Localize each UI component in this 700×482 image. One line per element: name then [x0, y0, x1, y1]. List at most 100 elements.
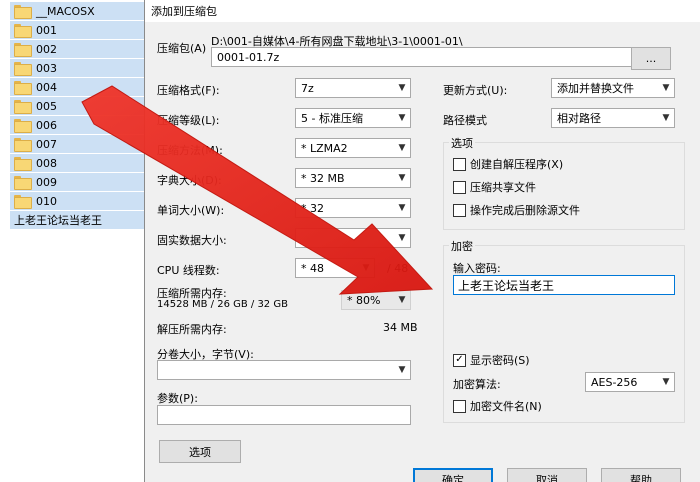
chevron-down-icon: ▼: [398, 203, 406, 213]
mem-decomp-label: 解压所需内存:: [157, 323, 227, 336]
list-item[interactable]: 008: [10, 154, 148, 172]
split-combo[interactable]: ▼: [157, 360, 411, 380]
method-combo[interactable]: * LZMA2 ▼: [295, 138, 411, 158]
show-password-checkbox[interactable]: ✓ 显示密码(S): [453, 352, 530, 368]
ok-button[interactable]: 确定: [413, 468, 493, 482]
chevron-down-icon: ▼: [398, 233, 406, 243]
sfx-label: 创建自解压程序(X): [470, 158, 564, 171]
chevron-down-icon: ▼: [362, 263, 370, 273]
mem-decomp-value: 34 MB: [383, 321, 418, 334]
file-name: 006: [36, 118, 57, 132]
word-combo[interactable]: * 32 ▼: [295, 198, 411, 218]
folder-icon: [14, 138, 32, 152]
file-name: 上老王论坛当老王: [14, 214, 102, 227]
list-item[interactable]: 005: [10, 97, 148, 115]
chevron-down-icon: ▼: [398, 365, 406, 375]
level-label: 压缩等级(L):: [157, 114, 220, 127]
chevron-down-icon: ▼: [398, 83, 406, 93]
list-item[interactable]: 004: [10, 78, 148, 96]
update-value: 添加并替换文件: [557, 82, 634, 95]
level-value: 5 - 标准压缩: [301, 112, 363, 125]
list-item[interactable]: 001: [10, 21, 148, 39]
mem-percent-combo[interactable]: * 80% ▼: [341, 290, 411, 310]
archive-name-value: 0001-01.7z: [217, 50, 280, 64]
folder-icon: [14, 81, 32, 95]
folder-icon: [14, 43, 32, 57]
checkbox-box: [453, 180, 466, 194]
file-name: 002: [36, 42, 57, 56]
checkbox-box: [453, 203, 466, 217]
folder-icon: [14, 176, 32, 190]
file-name: 007: [36, 137, 57, 151]
list-item[interactable]: 002: [10, 40, 148, 58]
file-list: __MACOSX 001 002 003 004 005 006 007 008…: [0, 0, 148, 482]
list-item[interactable]: 009: [10, 173, 148, 191]
word-value: * 32: [301, 201, 324, 215]
folder-icon: [14, 119, 32, 133]
folder-icon: [14, 100, 32, 114]
folder-icon: [14, 24, 32, 38]
options-button[interactable]: 选项: [159, 440, 241, 463]
encrypt-names-checkbox[interactable]: 加密文件名(N): [453, 398, 542, 414]
chevron-down-icon: ▼: [662, 113, 670, 123]
help-button[interactable]: 帮助: [601, 468, 681, 482]
file-name: __MACOSX: [36, 4, 95, 18]
list-item[interactable]: 006: [10, 116, 148, 134]
browse-button[interactable]: ...: [631, 47, 671, 70]
word-label: 单词大小(W):: [157, 204, 225, 217]
dict-label: 字典大小(D):: [157, 174, 222, 187]
list-item[interactable]: 上老王论坛当老王: [10, 211, 148, 229]
mem-comp-detail: 14528 MB / 26 GB / 32 GB: [157, 299, 288, 310]
folder-icon: [14, 157, 32, 171]
level-combo[interactable]: 5 - 标准压缩 ▼: [295, 108, 411, 128]
chevron-down-icon: ▼: [398, 173, 406, 183]
chevron-down-icon: ▼: [662, 83, 670, 93]
mem-percent-value: * 80%: [347, 293, 381, 307]
list-item[interactable]: 007: [10, 135, 148, 153]
add-to-archive-dialog: 添加到压缩包 压缩包(A) D:\001-自媒体\4-所有网盘下载地址\3-1\…: [144, 0, 700, 482]
archive-name-combo[interactable]: 0001-01.7z ▼: [211, 47, 669, 67]
archive-label: 压缩包(A): [157, 42, 207, 55]
cancel-button[interactable]: 取消: [507, 468, 587, 482]
show-password-label: 显示密码(S): [470, 354, 530, 367]
dict-combo[interactable]: * 32 MB ▼: [295, 168, 411, 188]
shared-label: 压缩共享文件: [470, 181, 536, 194]
options-group-title: 选项: [449, 135, 475, 151]
password-input[interactable]: 上老王论坛当老王: [453, 275, 675, 295]
list-item[interactable]: __MACOSX: [10, 2, 148, 20]
params-input[interactable]: [157, 405, 411, 425]
threads-total: / 48: [387, 262, 409, 275]
checkbox-box: ✓: [453, 353, 466, 367]
password-label: 输入密码:: [453, 262, 501, 275]
solid-combo[interactable]: ▼: [295, 228, 411, 248]
threads-value: * 48: [301, 261, 324, 275]
enc-method-combo[interactable]: AES-256 ▼: [585, 372, 675, 392]
solid-label: 固实数据大小:: [157, 234, 227, 247]
file-name: 004: [36, 80, 57, 94]
enc-method-value: AES-256: [591, 375, 638, 389]
chevron-down-icon: ▼: [662, 377, 670, 387]
file-name: 001: [36, 23, 57, 37]
path-mode-combo[interactable]: 相对路径 ▼: [551, 108, 675, 128]
format-value: 7z: [301, 81, 314, 95]
dialog-titlebar: 添加到压缩包: [145, 0, 700, 22]
delete-source-checkbox[interactable]: 操作完成后删除源文件: [453, 202, 580, 218]
update-combo[interactable]: 添加并替换文件 ▼: [551, 78, 675, 98]
list-item[interactable]: 003: [10, 59, 148, 77]
dialog-title: 添加到压缩包: [151, 5, 217, 18]
threads-combo[interactable]: * 48 ▼: [295, 258, 375, 278]
shared-checkbox[interactable]: 压缩共享文件: [453, 179, 536, 195]
folder-icon: [14, 5, 32, 19]
threads-label: CPU 线程数:: [157, 264, 220, 277]
list-item[interactable]: 010: [10, 192, 148, 210]
checkbox-box: [453, 157, 466, 171]
params-label: 参数(P):: [157, 392, 198, 405]
path-mode-label: 路径模式: [443, 114, 487, 127]
sfx-checkbox[interactable]: 创建自解压程序(X): [453, 156, 563, 172]
chevron-down-icon: ▼: [398, 295, 406, 305]
format-label: 压缩格式(F):: [157, 84, 220, 97]
format-combo[interactable]: 7z ▼: [295, 78, 411, 98]
method-label: 压缩方法(M):: [157, 144, 223, 157]
file-name: 005: [36, 99, 57, 113]
file-name: 009: [36, 175, 57, 189]
